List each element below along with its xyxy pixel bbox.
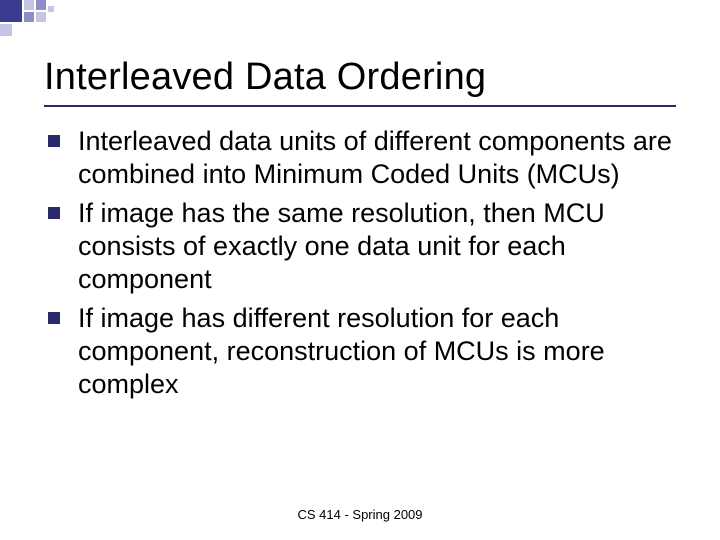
bullet-item: If image has different resolution for ea… — [48, 302, 672, 401]
slide-title: Interleaved Data Ordering — [44, 56, 676, 99]
square-bullet-icon — [48, 135, 60, 147]
slide-footer: CS 414 - Spring 2009 — [0, 507, 720, 522]
bullet-item: Interleaved data units of different comp… — [48, 125, 672, 191]
bullet-item: If image has the same resolution, then M… — [48, 197, 672, 296]
slide: Interleaved Data Ordering Interleaved da… — [0, 0, 720, 540]
square-bullet-icon — [48, 312, 60, 324]
bullet-text: Interleaved data units of different comp… — [78, 126, 672, 189]
square-bullet-icon — [48, 207, 60, 219]
title-underline — [44, 105, 676, 107]
bullet-text: If image has the same resolution, then M… — [78, 198, 605, 294]
bullet-list: Interleaved data units of different comp… — [44, 125, 676, 401]
bullet-text: If image has different resolution for ea… — [78, 303, 605, 399]
